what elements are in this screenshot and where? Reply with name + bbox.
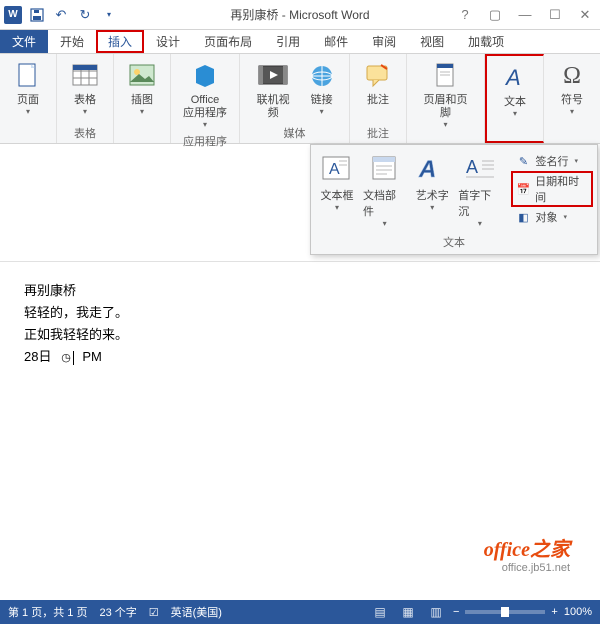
minimize-icon[interactable]: — xyxy=(510,4,540,26)
watermark: office之家 office.jb51.net xyxy=(484,533,570,574)
gallery-group-label: 文本 xyxy=(315,230,593,252)
svg-text:A: A xyxy=(329,161,340,178)
textbox-icon: A xyxy=(319,153,355,185)
object-item[interactable]: ◧ 对象 ▾ xyxy=(511,207,593,227)
ribbon-options-icon[interactable]: ▢ xyxy=(480,4,510,26)
doc-line-4: 28日 ◷ PM xyxy=(24,346,576,368)
zoom-slider[interactable] xyxy=(465,610,545,614)
object-icon: ◧ xyxy=(515,209,531,225)
chevron-down-icon: ▾ xyxy=(26,107,30,116)
proofing-icon[interactable]: ☑ xyxy=(149,606,159,619)
chevron-down-icon: ▾ xyxy=(563,213,567,221)
quick-access-toolbar: ↶ ↻ ▾ xyxy=(26,4,120,26)
illustrations-button[interactable]: 插图 ▾ xyxy=(120,58,164,118)
comment-button[interactable]: 批注 xyxy=(356,58,400,109)
text-icon: A xyxy=(499,62,531,94)
dropcap-icon: A xyxy=(462,153,498,185)
office-apps-button[interactable]: Office 应用程序 ▾ xyxy=(177,58,233,131)
doc-parts-icon xyxy=(367,153,403,185)
help-icon[interactable]: ? xyxy=(450,4,480,26)
tab-home[interactable]: 开始 xyxy=(48,30,96,53)
chevron-down-icon: ▾ xyxy=(383,219,387,228)
doc-line-1: 再别康桥 xyxy=(24,280,576,302)
zoom-level[interactable]: 100% xyxy=(564,606,592,618)
status-bar: 第 1 页，共 1 页 23 个字 ☑ 英语(美国) ▤ ▦ ▥ − + 100… xyxy=(0,600,600,624)
save-icon[interactable] xyxy=(26,4,48,26)
ribbon-tabs: 文件 开始 插入 设计 页面布局 引用 邮件 审阅 视图 加载项 xyxy=(0,30,600,54)
doc-line-2: 轻轻的，我走了。 xyxy=(24,302,576,324)
status-language[interactable]: 英语(美国) xyxy=(171,604,222,620)
doc-line-3: 正如我轻轻的来。 xyxy=(24,324,576,346)
qat-customize-icon[interactable]: ▾ xyxy=(98,4,120,26)
date-time-item[interactable]: 📅 日期和时间 xyxy=(511,171,593,207)
zoom-in-icon[interactable]: + xyxy=(551,606,557,618)
chevron-down-icon: ▾ xyxy=(430,203,434,212)
close-icon[interactable]: ✕ xyxy=(570,4,600,26)
signature-line-item[interactable]: ✎ 签名行 ▾ xyxy=(511,151,593,171)
omega-icon: Ω xyxy=(556,60,588,92)
clock-icon: ◷ xyxy=(61,352,71,364)
chevron-down-icon: ▾ xyxy=(443,120,447,129)
text-gallery-dropdown: A 文本框 ▾ 文档部件 ▾ A 艺术字 ▾ A 首字下沉 ▾ ✎ 签名行 ▾ xyxy=(310,144,598,255)
signature-icon: ✎ xyxy=(515,153,531,169)
ribbon: 页面 ▾ 表格 ▾ 表格 插图 ▾ O xyxy=(0,54,600,144)
tab-view[interactable]: 视图 xyxy=(408,30,456,53)
text-button[interactable]: A 文本 ▾ xyxy=(493,60,537,120)
chevron-down-icon: ▾ xyxy=(320,107,324,116)
tab-review[interactable]: 审阅 xyxy=(360,30,408,53)
tab-references[interactable]: 引用 xyxy=(264,30,312,53)
window-title: 再别康桥 - Microsoft Word xyxy=(230,6,369,23)
view-read-icon[interactable]: ▤ xyxy=(369,603,391,621)
chevron-down-icon: ▾ xyxy=(478,219,482,228)
chevron-down-icon: ▾ xyxy=(140,107,144,116)
undo-icon[interactable]: ↶ xyxy=(50,4,72,26)
apps-icon xyxy=(189,60,221,92)
zoom-out-icon[interactable]: − xyxy=(453,606,459,618)
header-footer-button[interactable]: 页眉和页脚 ▾ xyxy=(413,58,478,131)
wordart-icon: A xyxy=(414,153,450,185)
redo-icon[interactable]: ↻ xyxy=(74,4,96,26)
tab-file[interactable]: 文件 xyxy=(0,30,48,53)
links-button[interactable]: 链接 ▾ xyxy=(300,58,343,118)
dropcap-button[interactable]: A 首字下沉 ▾ xyxy=(454,151,505,230)
chevron-down-icon: ▾ xyxy=(83,107,87,116)
pages-button[interactable]: 页面 ▾ xyxy=(6,58,50,118)
svg-text:A: A xyxy=(466,157,478,177)
svg-text:A: A xyxy=(418,156,436,183)
header-footer-icon xyxy=(430,60,462,92)
tab-layout[interactable]: 页面布局 xyxy=(192,30,264,53)
datetime-icon: 📅 xyxy=(515,181,531,197)
chevron-down-icon: ▾ xyxy=(203,120,207,129)
status-word-count[interactable]: 23 个字 xyxy=(99,604,136,620)
status-page[interactable]: 第 1 页，共 1 页 xyxy=(8,604,87,620)
view-print-icon[interactable]: ▦ xyxy=(397,603,419,621)
video-icon xyxy=(257,60,289,92)
textbox-button[interactable]: A 文本框 ▾ xyxy=(315,151,359,230)
tab-addins[interactable]: 加载项 xyxy=(456,30,516,53)
tab-mail[interactable]: 邮件 xyxy=(312,30,360,53)
text-cursor xyxy=(73,351,74,365)
svg-text:A: A xyxy=(504,65,521,90)
chevron-down-icon: ▾ xyxy=(574,157,578,165)
comment-icon xyxy=(362,60,394,92)
symbols-button[interactable]: Ω 符号 ▾ xyxy=(550,58,594,118)
chevron-down-icon: ▾ xyxy=(513,109,517,118)
title-bar: W ↶ ↻ ▾ 再别康桥 - Microsoft Word ? ▢ — ☐ ✕ xyxy=(0,0,600,30)
tab-design[interactable]: 设计 xyxy=(144,30,192,53)
table-icon xyxy=(69,60,101,92)
link-icon xyxy=(306,60,338,92)
online-video-button[interactable]: 联机视频 xyxy=(246,58,300,122)
chevron-down-icon: ▾ xyxy=(570,107,574,116)
picture-icon xyxy=(126,60,158,92)
tab-insert[interactable]: 插入 xyxy=(96,30,144,53)
page-icon xyxy=(12,60,44,92)
table-button[interactable]: 表格 ▾ xyxy=(63,58,107,118)
wordart-button[interactable]: A 艺术字 ▾ xyxy=(410,151,454,230)
chevron-down-icon: ▾ xyxy=(335,203,339,212)
view-web-icon[interactable]: ▥ xyxy=(425,603,447,621)
doc-parts-button[interactable]: 文档部件 ▾ xyxy=(359,151,410,230)
maximize-icon[interactable]: ☐ xyxy=(540,4,570,26)
word-app-icon: W xyxy=(4,6,22,24)
